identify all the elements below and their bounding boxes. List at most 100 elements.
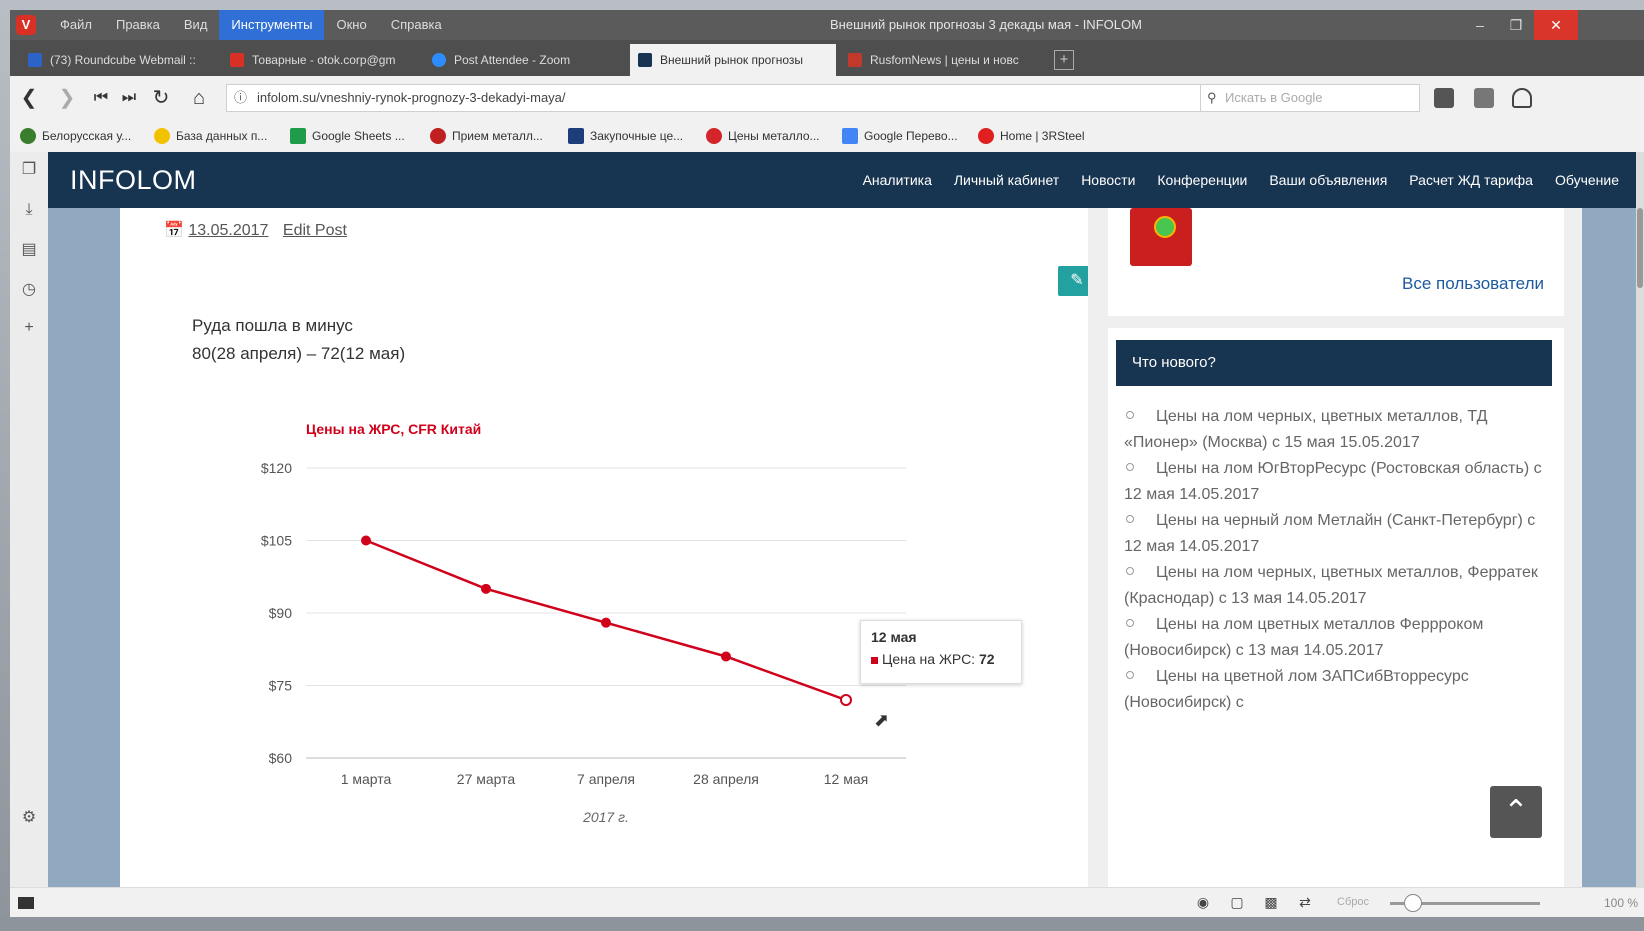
avatar[interactable]: [1130, 208, 1192, 266]
news-item-text: Цены на лом черных, цветных металлов, Фе…: [1124, 564, 1538, 607]
y-tick-label: $90: [269, 605, 293, 621]
news-item[interactable]: Цены на черный лом Метлайн (Санкт-Петерб…: [1124, 508, 1544, 560]
menu-file[interactable]: Файл: [48, 10, 104, 40]
history-panel-icon[interactable]: ◷: [19, 280, 39, 300]
home-icon[interactable]: ⌂: [188, 87, 210, 109]
series-marker-icon: [871, 656, 878, 664]
data-point[interactable]: [601, 617, 611, 628]
data-point[interactable]: [721, 651, 731, 662]
zoom-icon: [432, 53, 446, 67]
data-point[interactable]: [481, 583, 491, 594]
image-icon[interactable]: ▩: [1262, 894, 1280, 910]
fast-forward-icon[interactable]: ⏭: [118, 87, 140, 109]
menu-help[interactable]: Справка: [379, 10, 454, 40]
reload-icon[interactable]: ↻: [150, 87, 172, 109]
site-logo[interactable]: INFOLOM: [70, 152, 197, 208]
url-field[interactable]: ⓘ infolom.su/vneshniy-rynok-prognozy-3-d…: [226, 84, 1206, 112]
url-text: infolom.su/vneshniy-rynok-prognozy-3-dek…: [257, 90, 566, 105]
restore-icon[interactable]: ❐: [1498, 10, 1534, 40]
zoom-reset-button[interactable]: Сброс: [1328, 894, 1378, 910]
nav-conferences[interactable]: Конференции: [1146, 152, 1258, 208]
tab-infolom[interactable]: Внешний рынок прогнозы: [630, 44, 836, 76]
search-placeholder: Искать в Google: [1225, 90, 1323, 105]
bookmark-panel-icon[interactable]: ❐: [19, 160, 39, 180]
extension-icon[interactable]: [1512, 88, 1532, 108]
panel-toggle-icon[interactable]: [18, 897, 34, 909]
tab-gmail[interactable]: Товарные - otok.corp@gm: [222, 44, 422, 76]
news-item-text: Цены на черный лом Метлайн (Санкт-Петерб…: [1124, 512, 1536, 555]
tab-rusfomnews[interactable]: RusfomNews | цены и новс: [840, 44, 1046, 76]
vivaldi-logo-icon[interactable]: V: [16, 15, 36, 35]
menu-tools[interactable]: Инструменты: [219, 10, 325, 40]
news-item[interactable]: Цены на лом ЮгВторРесурс (Ростовская обл…: [1124, 456, 1544, 508]
add-panel-icon[interactable]: +: [19, 318, 39, 338]
nav-training[interactable]: Обучение: [1544, 152, 1630, 208]
bookmark-item[interactable]: Закупочные це...: [568, 120, 683, 152]
code-icon[interactable]: ⇄: [1296, 894, 1314, 910]
status-bar: ◉ ▢ ▩ ⇄ Сброс 100 %: [10, 887, 1644, 917]
tab-roundcube[interactable]: (73) Roundcube Webmail ::: [20, 44, 220, 76]
forward-icon[interactable]: ❯: [56, 87, 78, 109]
nav-news[interactable]: Новости: [1070, 152, 1146, 208]
tooltip-value: 72: [978, 651, 995, 667]
tab-zoom[interactable]: Post Attendee - Zoom: [424, 44, 624, 76]
bookmark-item[interactable]: Home | 3RSteel: [978, 120, 1085, 152]
camera-icon[interactable]: ◉: [1194, 894, 1212, 910]
rewind-icon[interactable]: ⏮: [90, 87, 112, 109]
y-tick-label: $105: [261, 533, 292, 549]
new-tab-icon[interactable]: +: [1054, 50, 1074, 70]
menu-view[interactable]: Вид: [172, 10, 220, 40]
bookmark-favicon-icon: [20, 128, 36, 144]
page-scrollbar[interactable]: [1636, 152, 1644, 887]
bookmark-item[interactable]: База данных п...: [154, 120, 267, 152]
news-item[interactable]: Цены на лом цветных металлов Феррроком (…: [1124, 612, 1544, 664]
scrollbar-thumb[interactable]: [1637, 208, 1643, 288]
nav-analytics[interactable]: Аналитика: [852, 152, 943, 208]
nav-ads[interactable]: Ваши объявления: [1258, 152, 1398, 208]
search-field[interactable]: ⚲ Искать в Google: [1200, 84, 1420, 112]
bookmark-favicon-icon: [842, 128, 858, 144]
bookmark-favicon-icon: [290, 128, 306, 144]
scroll-to-top-icon[interactable]: ⌃: [1490, 786, 1542, 838]
news-item[interactable]: Цены на цветной лом ЗАПСибВторресурс (Но…: [1124, 664, 1544, 716]
news-list: Цены на лом черных, цветных металлов, ТД…: [1124, 404, 1544, 716]
downloads-panel-icon[interactable]: ⤓: [19, 200, 39, 220]
chart-tooltip: 12 мая Цена на ЖРС: 72: [860, 620, 1022, 684]
bookmark-item[interactable]: Белорусская у...: [20, 120, 131, 152]
minimize-icon[interactable]: –: [1462, 10, 1498, 40]
close-icon[interactable]: ✕: [1534, 10, 1578, 40]
menu-window[interactable]: Окно: [324, 10, 378, 40]
zoom-value: 100 %: [1603, 896, 1638, 910]
tooltip-label: Цена на ЖРС:: [882, 651, 976, 667]
bookmark-item[interactable]: Google Sheets ...: [290, 120, 405, 152]
news-item-text: Цены на лом цветных металлов Феррроком (…: [1124, 616, 1484, 659]
bookmark-item[interactable]: Цены металло...: [706, 120, 820, 152]
settings-gear-icon[interactable]: ⚙: [19, 808, 39, 828]
news-item-text: Цены на лом ЮгВторРесурс (Ростовская обл…: [1124, 460, 1542, 503]
mouse-cursor-icon: ⬈: [874, 710, 890, 730]
menu-edit[interactable]: Правка: [104, 10, 172, 40]
bookmark-label: Home | 3RSteel: [1000, 129, 1085, 143]
notes-panel-icon[interactable]: ▤: [19, 240, 39, 260]
bookmark-label: База данных п...: [176, 129, 268, 143]
chart-points: [361, 535, 852, 706]
browser-side-panel: ❐ ⤓ ▤ ◷ + ⚙: [10, 152, 49, 917]
nav-rail-tariff[interactable]: Расчет ЖД тарифа: [1398, 152, 1544, 208]
data-point[interactable]: [361, 535, 371, 546]
bookmark-label: Google Перево...: [864, 129, 958, 143]
news-item[interactable]: Цены на лом черных, цветных металлов, ТД…: [1124, 404, 1544, 456]
back-icon[interactable]: ❮: [18, 87, 40, 109]
bookmark-item[interactable]: Google Перево...: [842, 120, 958, 152]
site-info-icon[interactable]: ⓘ: [234, 85, 247, 111]
news-item[interactable]: Цены на лом черных, цветных металлов, Фе…: [1124, 560, 1544, 612]
all-users-link[interactable]: Все пользователи: [1402, 274, 1544, 294]
bookmark-item[interactable]: Прием металл...: [430, 120, 543, 152]
data-point[interactable]: [840, 694, 852, 706]
zoom-slider-knob[interactable]: [1404, 894, 1422, 912]
screenshot-icon[interactable]: [1474, 88, 1494, 108]
nav-account[interactable]: Личный кабинет: [943, 152, 1070, 208]
download-icon[interactable]: [1434, 88, 1454, 108]
tab-label: (73) Roundcube Webmail ::: [50, 53, 196, 67]
bullet-icon: [1126, 671, 1134, 680]
tile-icon[interactable]: ▢: [1228, 894, 1246, 910]
